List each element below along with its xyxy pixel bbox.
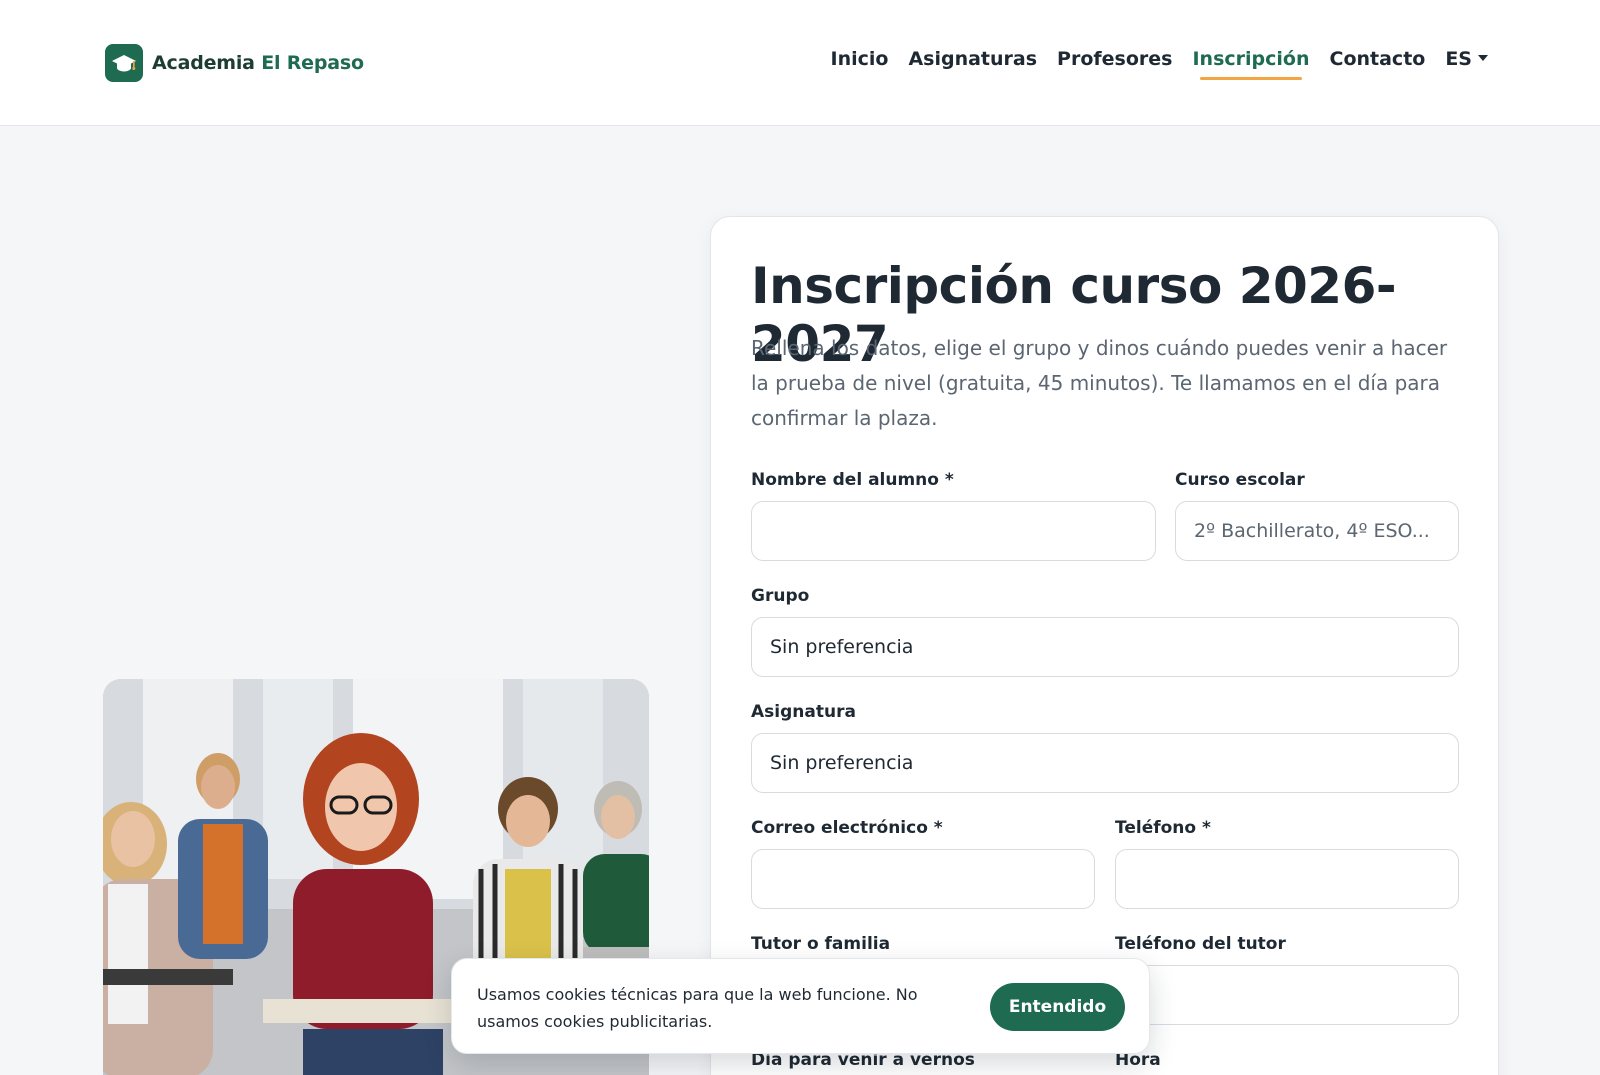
email-label: Correo electrónico * bbox=[751, 818, 943, 838]
cookie-accept-button[interactable]: Entendido bbox=[990, 983, 1125, 1031]
school-year-input[interactable] bbox=[1175, 501, 1459, 561]
guardian-phone-label: Teléfono del tutor bbox=[1115, 934, 1286, 954]
subject-selected-value: Sin preferencia bbox=[770, 752, 914, 774]
language-label: ES bbox=[1445, 48, 1472, 70]
main-nav: Inicio Asignaturas Profesores Inscripció… bbox=[811, 48, 1488, 80]
language-selector[interactable]: ES bbox=[1445, 48, 1488, 80]
group-select[interactable]: Sin preferencia bbox=[751, 617, 1459, 677]
nav-item-contacto[interactable]: Contacto bbox=[1330, 48, 1426, 80]
phone-label: Teléfono * bbox=[1115, 818, 1211, 838]
subject-select[interactable]: Sin preferencia bbox=[751, 733, 1459, 793]
school-year-label: Curso escolar bbox=[1175, 470, 1305, 490]
email-input[interactable] bbox=[751, 849, 1095, 909]
nav-item-asignaturas[interactable]: Asignaturas bbox=[908, 48, 1037, 80]
cookie-banner: Usamos cookies técnicas para que la web … bbox=[451, 958, 1150, 1054]
brand-logo-link[interactable]: Academia El Repaso bbox=[105, 44, 364, 82]
student-name-input[interactable] bbox=[751, 501, 1156, 561]
subject-label: Asignatura bbox=[751, 702, 856, 722]
group-label: Grupo bbox=[751, 586, 810, 606]
guardian-phone-input[interactable] bbox=[1115, 965, 1459, 1025]
graduation-cap-icon bbox=[105, 44, 143, 82]
brand-name: Academia El Repaso bbox=[152, 52, 364, 74]
student-name-label: Nombre del alumno * bbox=[751, 470, 954, 490]
caret-down-icon bbox=[1478, 55, 1488, 61]
site-header: Academia El Repaso Inicio Asignaturas Pr… bbox=[0, 0, 1600, 126]
cookie-message: Usamos cookies técnicas para que la web … bbox=[477, 985, 918, 1031]
nav-item-inscripcion[interactable]: Inscripción bbox=[1192, 48, 1310, 80]
enrollment-form-card: Inscripción curso 2026-2027 Rellena los … bbox=[710, 216, 1499, 1075]
phone-input[interactable] bbox=[1115, 849, 1459, 909]
nav-item-inicio[interactable]: Inicio bbox=[831, 48, 889, 80]
guardian-label: Tutor o familia bbox=[751, 934, 891, 954]
nav-item-profesores[interactable]: Profesores bbox=[1057, 48, 1172, 80]
form-description: Rellena los datos, elige el grupo y dino… bbox=[751, 336, 1448, 430]
group-selected-value: Sin preferencia bbox=[770, 636, 914, 658]
